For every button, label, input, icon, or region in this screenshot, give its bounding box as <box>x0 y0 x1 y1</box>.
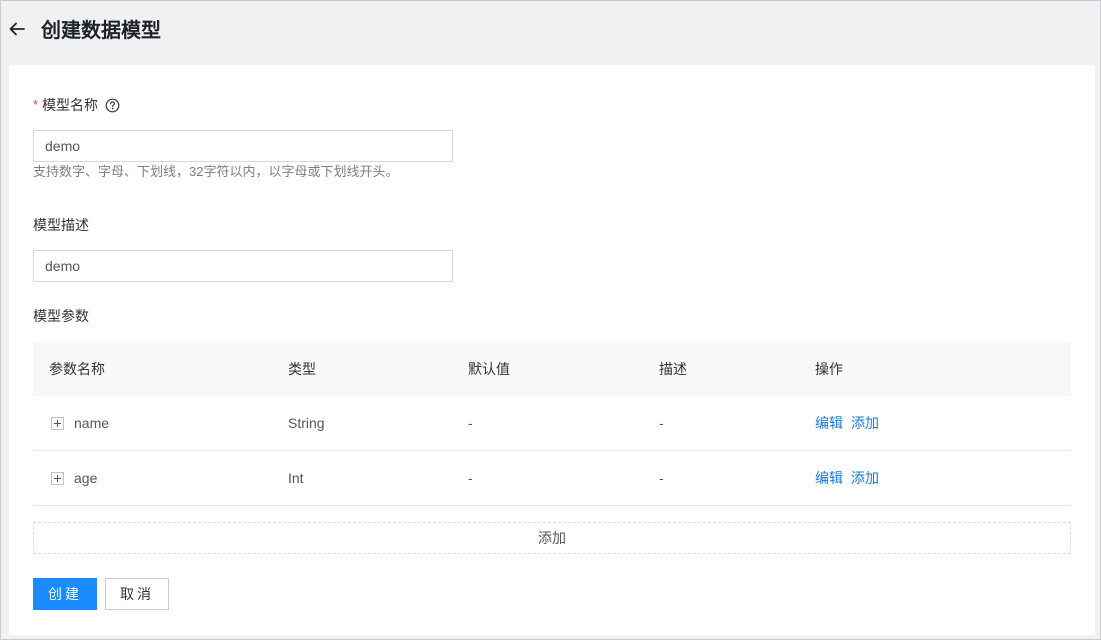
add-link[interactable]: 添加 <box>851 451 879 505</box>
arrow-left-icon <box>9 22 25 36</box>
required-mark: * <box>33 97 39 112</box>
param-name-cell: age <box>74 470 98 486</box>
page-header: 创建数据模型 <box>1 1 1100 65</box>
param-type-cell: Int <box>288 470 304 486</box>
expand-plus-icon[interactable] <box>51 417 64 430</box>
expand-plus-icon[interactable] <box>51 472 64 485</box>
table-header: 参数名称 类型 默认值 描述 操作 <box>33 342 1071 396</box>
param-name-cell: name <box>74 415 110 431</box>
model-name-hint: 支持数字、字母、下划线，32字符以内，以字母或下划线开头。 <box>33 164 399 179</box>
model-name-label-text: 模型名称 <box>42 97 99 113</box>
model-description-input[interactable] <box>33 250 453 282</box>
column-header-default: 默认值 <box>468 361 510 377</box>
model-params-label: 模型参数 <box>33 308 89 324</box>
page-title: 创建数据模型 <box>41 20 161 42</box>
model-name-label: * 模型名称 <box>33 95 120 115</box>
table-row: age Int - - 编辑 添加 <box>33 451 1071 506</box>
add-param-button[interactable]: 添加 <box>33 522 1071 554</box>
column-header-description: 描述 <box>659 361 687 377</box>
param-description-cell: - <box>659 415 664 431</box>
column-header-param-name: 参数名称 <box>49 361 105 377</box>
param-description-cell: - <box>659 470 664 486</box>
add-link[interactable]: 添加 <box>851 396 879 450</box>
app-frame: 创建数据模型 * 模型名称 支持数字、字母、下划线，32字符以内，以字母或下划线… <box>0 0 1101 640</box>
column-header-type: 类型 <box>288 361 316 377</box>
question-circle-icon[interactable] <box>105 98 120 113</box>
create-button[interactable]: 创建 <box>33 578 97 610</box>
cancel-button[interactable]: 取消 <box>105 578 169 610</box>
model-description-label: 模型描述 <box>33 217 89 233</box>
back-button[interactable] <box>8 20 26 38</box>
param-type-cell: String <box>288 415 325 431</box>
edit-link[interactable]: 编辑 <box>815 451 843 505</box>
param-default-cell: - <box>468 470 473 486</box>
params-table: 参数名称 类型 默认值 描述 操作 name String - - 编辑 添加 … <box>33 342 1071 506</box>
table-row: name String - - 编辑 添加 <box>33 396 1071 451</box>
model-name-input[interactable] <box>33 130 453 162</box>
param-default-cell: - <box>468 415 473 431</box>
column-header-actions: 操作 <box>815 361 843 377</box>
edit-link[interactable]: 编辑 <box>815 396 843 450</box>
form-panel: * 模型名称 支持数字、字母、下划线，32字符以内，以字母或下划线开头。 模型描… <box>9 65 1095 635</box>
